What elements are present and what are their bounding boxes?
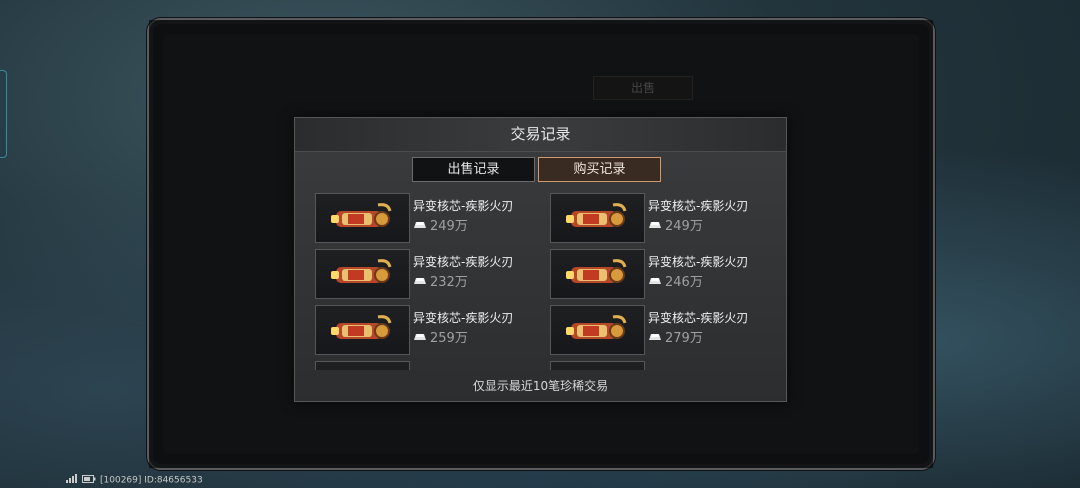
item-name: 异变核芯-疾影火刃: [413, 255, 514, 269]
dialog-title: 交易记录: [295, 118, 786, 152]
item-name: 异变核芯-疾影火刃: [648, 199, 749, 213]
record-item[interactable]: 异变核芯-疾影火刃 246万: [550, 249, 760, 299]
item-thumbnail: [550, 193, 645, 243]
gold-bar-icon: [413, 275, 427, 290]
gold-bar-icon: [648, 275, 662, 290]
tab-sell-records[interactable]: 出售记录: [412, 157, 535, 182]
core-item-icon: [566, 259, 627, 283]
item-price-value: 249万: [430, 219, 468, 234]
gold-bar-icon: [648, 219, 662, 234]
item-price: 249万: [648, 215, 703, 234]
core-item-icon: [331, 259, 392, 283]
item-price-value: 249万: [665, 219, 703, 234]
item-price-value: 232万: [430, 275, 468, 290]
item-thumbnail: [315, 361, 410, 370]
item-thumbnail: [315, 193, 410, 243]
item-price: 259万: [413, 327, 468, 346]
item-name: 异变核芯-疾影火刃: [413, 199, 514, 213]
core-item-icon: [566, 203, 627, 227]
record-list[interactable]: 异变核芯-疾影火刃 249万 异变核芯-疾影火刃 249万 异变核芯-疾影火刃 …: [315, 190, 770, 370]
record-item[interactable]: [550, 361, 760, 370]
dialog-footer-note: 仅显示最近10笔珍稀交易: [472, 379, 609, 393]
item-price-value: 279万: [665, 331, 703, 346]
item-thumbnail: [315, 305, 410, 355]
status-bar: [100269] ID:84656533: [66, 474, 203, 486]
item-price: 249万: [413, 215, 468, 234]
item-thumbnail: [550, 249, 645, 299]
gold-bar-icon: [413, 219, 427, 234]
item-name: 异变核芯-疾影火刃: [413, 311, 514, 325]
item-price-value: 246万: [665, 275, 703, 290]
record-item[interactable]: 异变核芯-疾影火刃 232万: [315, 249, 525, 299]
status-text: [100269] ID:84656533: [100, 475, 203, 486]
left-side-tab[interactable]: [0, 70, 7, 158]
item-name: 异变核芯-疾影火刃: [648, 311, 749, 325]
record-item[interactable]: 异变核芯-疾影火刃 249万: [315, 193, 525, 243]
item-price: 279万: [648, 327, 703, 346]
gold-bar-icon: [413, 331, 427, 346]
item-thumbnail: [315, 249, 410, 299]
item-price: 246万: [648, 271, 703, 290]
record-item[interactable]: 异变核芯-疾影火刃 279万: [550, 305, 760, 355]
record-item[interactable]: 异变核芯-疾影火刃 249万: [550, 193, 760, 243]
gold-bar-icon: [648, 331, 662, 346]
trade-record-dialog: 交易记录 出售记录 购买记录 异变核芯-疾影火刃 249万 异变核芯-疾影火刃 …: [294, 117, 787, 402]
core-item-icon: [331, 203, 392, 227]
signal-icon: [66, 474, 78, 486]
core-item-icon: [331, 315, 392, 339]
record-item[interactable]: 异变核芯-疾影火刃 259万: [315, 305, 525, 355]
record-item[interactable]: [315, 361, 525, 370]
item-thumbnail: [550, 305, 645, 355]
item-name: 异变核芯-疾影火刃: [648, 255, 749, 269]
item-price: 232万: [413, 271, 468, 290]
item-price-value: 259万: [430, 331, 468, 346]
tab-buy-records[interactable]: 购买记录: [538, 157, 661, 182]
battery-icon: [82, 474, 96, 486]
item-thumbnail: [550, 361, 645, 370]
core-item-icon: [566, 315, 627, 339]
